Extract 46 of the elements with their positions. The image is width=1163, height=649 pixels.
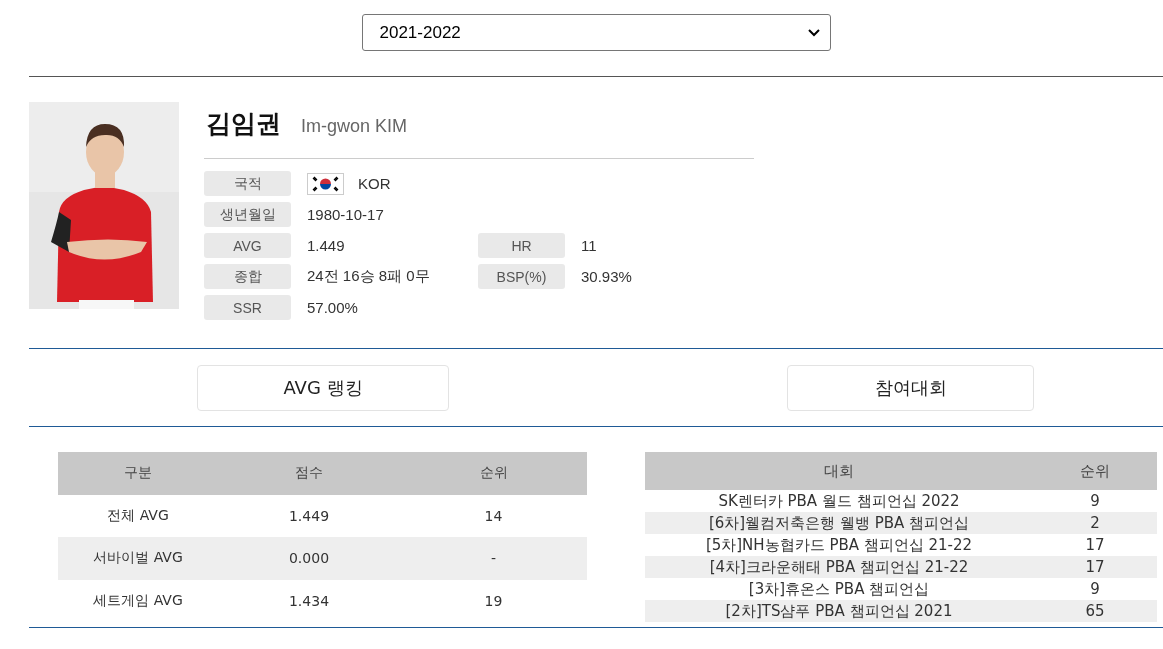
table-cell: 14 bbox=[400, 494, 587, 538]
table-cell: [3차]휴온스 PBA 챔피언십 bbox=[645, 578, 1033, 600]
column-header: 구분 bbox=[58, 452, 218, 495]
table-cell: [5차]NH농협카드 PBA 챔피언십 21-22 bbox=[645, 534, 1033, 556]
field-value: 1980-10-17 bbox=[307, 206, 384, 223]
table-cell: [6차]웰컴저축은행 웰뱅 PBA 챔피언십 bbox=[645, 512, 1033, 534]
section-button[interactable]: AVG 랭킹 bbox=[197, 365, 449, 411]
player-name-english: Im-gwon KIM bbox=[301, 116, 408, 137]
table-cell: 서바이벌 AVG bbox=[58, 537, 218, 580]
table-cell: 세트게임 AVG bbox=[58, 579, 218, 622]
table-cell: 전체 AVG bbox=[58, 494, 218, 538]
field-label: AVG bbox=[204, 233, 291, 258]
column-header: 점수 bbox=[218, 452, 400, 495]
section-button[interactable]: 참여대회 bbox=[787, 365, 1034, 411]
field-label: HR bbox=[478, 233, 565, 258]
season-dropdown[interactable]: 2021-2022 bbox=[361, 14, 831, 51]
table-cell: 9 bbox=[1033, 578, 1157, 600]
table-cell: 1.434 bbox=[218, 579, 400, 622]
table-cell: SK렌터카 PBA 월드 챔피언십 2022 bbox=[645, 490, 1033, 512]
field-value: 11 bbox=[581, 237, 597, 254]
field-value: 24전 16승 8패 0무 bbox=[307, 267, 430, 286]
column-header: 대회 bbox=[645, 452, 1033, 490]
table-cell: 65 bbox=[1033, 600, 1157, 622]
column-header: 순위 bbox=[400, 452, 587, 495]
field-label: 국적 bbox=[204, 171, 291, 196]
field-value: 1.449 bbox=[307, 237, 345, 254]
field-value: 30.93% bbox=[581, 268, 632, 285]
table-cell: 2 bbox=[1033, 512, 1157, 534]
chevron-down-icon bbox=[807, 28, 820, 37]
table-cell: - bbox=[400, 537, 587, 580]
field-label: 생년월일 bbox=[204, 202, 291, 227]
table-cell: 9 bbox=[1033, 490, 1157, 512]
field-label: SSR bbox=[204, 295, 291, 320]
table-cell: [2차]TS샴푸 PBA 챔피언십 2021 bbox=[645, 600, 1033, 622]
table-cell: 0.000 bbox=[218, 537, 400, 580]
table-cell: [4차]크라운해태 PBA 챔피언십 21-22 bbox=[645, 556, 1033, 578]
field-value: 57.00% bbox=[307, 299, 358, 316]
column-header: 순위 bbox=[1033, 452, 1157, 490]
field-label: BSP(%) bbox=[478, 264, 565, 289]
table-cell: 17 bbox=[1033, 556, 1157, 578]
player-name: 김임권 bbox=[206, 108, 281, 140]
table-cell: 1.449 bbox=[218, 494, 400, 538]
table-cell: 17 bbox=[1033, 534, 1157, 556]
field-value: KOR bbox=[358, 175, 391, 192]
field-label: 종합 bbox=[204, 264, 291, 289]
table-cell: 19 bbox=[400, 579, 587, 622]
